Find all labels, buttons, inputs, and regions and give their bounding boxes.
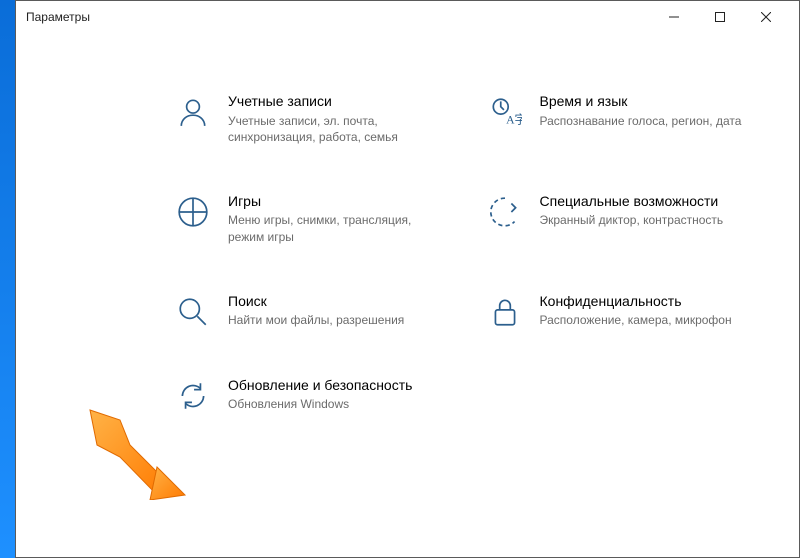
minimize-button[interactable] (651, 1, 697, 33)
tile-accounts[interactable]: Учетные записи Учетные записи, эл. почта… (176, 93, 448, 145)
tile-desc: Расположение, камера, микрофон (540, 312, 732, 328)
accessibility-icon (488, 195, 522, 229)
titlebar: Параметры (16, 1, 799, 33)
privacy-icon (488, 295, 522, 329)
time-language-icon: A字 (488, 95, 522, 129)
svg-text:A字: A字 (506, 113, 522, 127)
tile-title: Конфиденциальность (540, 293, 732, 311)
close-icon (761, 12, 771, 22)
tile-update-security[interactable]: Обновление и безопасность Обновления Win… (176, 377, 448, 413)
tile-title: Специальные возможности (540, 193, 724, 211)
update-icon (176, 379, 210, 413)
tile-search[interactable]: Поиск Найти мои файлы, разрешения (176, 293, 448, 329)
tile-desc: Экранный диктор, контрастность (540, 212, 724, 228)
tile-time-language[interactable]: A字 Время и язык Распознавание голоса, ре… (488, 93, 760, 145)
search-icon (176, 295, 210, 329)
settings-grid: Учетные записи Учетные записи, эл. почта… (16, 33, 799, 557)
tile-privacy[interactable]: Конфиденциальность Расположение, камера,… (488, 293, 760, 329)
window-title: Параметры (26, 10, 90, 24)
tile-desc: Распознавание голоса, регион, дата (540, 113, 742, 129)
tile-desc: Найти мои файлы, разрешения (228, 312, 404, 328)
tile-title: Время и язык (540, 93, 742, 111)
tile-title: Поиск (228, 293, 404, 311)
tile-accessibility[interactable]: Специальные возможности Экранный диктор,… (488, 193, 760, 245)
tile-title: Игры (228, 193, 448, 211)
tile-gaming[interactable]: Игры Меню игры, снимки, трансляция, режи… (176, 193, 448, 245)
close-button[interactable] (743, 1, 789, 33)
window-controls (651, 1, 789, 33)
minimize-icon (669, 12, 679, 22)
maximize-icon (715, 12, 725, 22)
tile-desc: Меню игры, снимки, трансляция, режим игр… (228, 212, 448, 244)
tile-desc: Учетные записи, эл. почта, синхронизация… (228, 113, 448, 145)
accounts-icon (176, 95, 210, 129)
tile-desc: Обновления Windows (228, 396, 412, 412)
gaming-icon (176, 195, 210, 229)
tile-title: Учетные записи (228, 93, 448, 111)
maximize-button[interactable] (697, 1, 743, 33)
tile-title: Обновление и безопасность (228, 377, 412, 395)
settings-window: Параметры Учетные записи Учетные записи,… (15, 0, 800, 558)
